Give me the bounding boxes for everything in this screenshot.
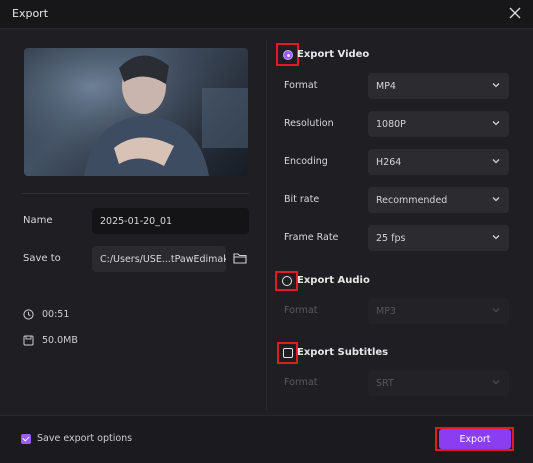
- save-to-label: Save to: [23, 253, 61, 264]
- highlight-box: [435, 427, 514, 451]
- panel-divider: [266, 40, 267, 410]
- export-audio-radio[interactable]: [282, 276, 292, 286]
- chevron-down-icon: [492, 380, 500, 385]
- subtitles-format-label: Format: [284, 377, 318, 388]
- save-options-label: Save export options: [37, 433, 133, 444]
- resolution-value: 1080P: [376, 118, 406, 130]
- encoding-select[interactable]: H264: [368, 149, 509, 175]
- save-size-icon: [23, 335, 34, 346]
- subtitles-format-value: SRT: [376, 377, 394, 389]
- chevron-down-icon: [492, 308, 500, 313]
- name-label: Name: [23, 215, 53, 226]
- resolution-label: Resolution: [284, 118, 334, 129]
- framerate-select[interactable]: 25 fps: [368, 225, 509, 251]
- video-preview-thumbnail: [24, 48, 248, 176]
- encoding-value: H264: [376, 156, 402, 168]
- bitrate-select[interactable]: Recommended: [368, 187, 509, 213]
- close-icon[interactable]: [506, 4, 524, 22]
- clock-icon: [23, 309, 34, 320]
- save-path-field[interactable]: C:/Users/USE...tPawEdimakor: [92, 246, 226, 272]
- folder-icon[interactable]: [233, 252, 247, 264]
- bitrate-label: Bit rate: [284, 194, 320, 205]
- chevron-down-icon: [492, 235, 500, 240]
- export-audio-label: Export Audio: [297, 275, 370, 286]
- audio-format-select[interactable]: MP3: [368, 298, 509, 324]
- chevron-down-icon: [492, 159, 500, 164]
- chevron-down-icon: [492, 83, 500, 88]
- framerate-label: Frame Rate: [284, 232, 339, 243]
- subtitles-format-select[interactable]: SRT: [368, 370, 509, 396]
- chevron-down-icon: [492, 197, 500, 202]
- resolution-select[interactable]: 1080P: [368, 111, 509, 137]
- export-subtitles-label: Export Subtitles: [297, 347, 389, 358]
- export-video-label: Export Video: [297, 49, 370, 60]
- audio-format-value: MP3: [376, 305, 396, 317]
- preview-divider: [22, 193, 249, 194]
- export-subtitles-checkbox[interactable]: [283, 348, 293, 358]
- framerate-value: 25 fps: [376, 232, 406, 244]
- title-bar: Export: [0, 0, 533, 29]
- audio-format-label: Format: [284, 305, 318, 316]
- file-size-value: 50.0MB: [42, 335, 78, 346]
- save-options-checkbox[interactable]: [21, 434, 31, 444]
- chevron-down-icon: [492, 121, 500, 126]
- format-value: MP4: [376, 80, 396, 92]
- dialog-title: Export: [12, 7, 49, 20]
- encoding-label: Encoding: [284, 156, 328, 167]
- name-input[interactable]: 2025-01-20_01: [92, 208, 249, 234]
- bitrate-value: Recommended: [376, 194, 448, 206]
- format-label: Format: [284, 80, 318, 91]
- format-select[interactable]: MP4: [368, 73, 509, 99]
- duration-value: 00:51: [42, 309, 70, 320]
- export-video-radio[interactable]: [283, 50, 293, 60]
- export-dialog: Export Name 2025-01-20_01 Save to C:/Use…: [0, 0, 533, 463]
